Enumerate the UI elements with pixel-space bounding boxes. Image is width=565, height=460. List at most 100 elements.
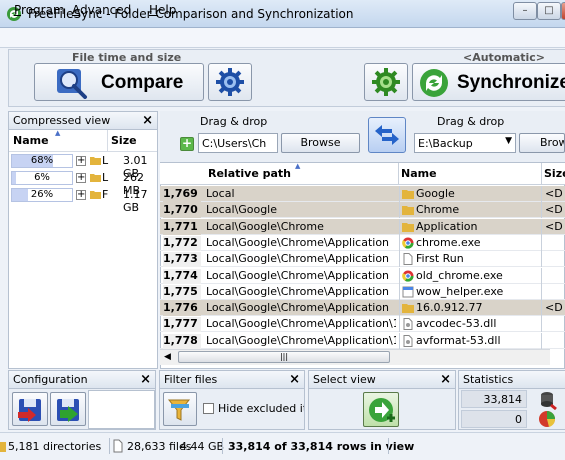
column-header-size[interactable]: Size [111, 134, 137, 147]
dll-icon [403, 318, 413, 331]
dropdown-arrow-icon[interactable]: ▼ [505, 136, 512, 146]
floppy-load-icon [18, 399, 41, 422]
compressed-view-row[interactable]: 26% + F 1.17 GB [9, 187, 157, 214]
folder-icon [402, 222, 414, 232]
status-rows-in-view: 33,814 of 33,814 rows in view [228, 440, 415, 453]
folder-icon [402, 206, 414, 216]
row-number: 1,771 [163, 219, 201, 235]
compressed-view-row[interactable]: 68% + L 3.01 GB [9, 153, 157, 180]
table-row[interactable]: 1,775 Local\Google\Chrome\Application wow_… [160, 283, 565, 300]
synchronize-button[interactable]: Synchronize [412, 63, 565, 101]
relative-path-cell: Local\Google\Chrome\Application [206, 235, 390, 249]
load-config-button[interactable] [12, 392, 48, 426]
row-number: 1,773 [163, 252, 201, 268]
menu-program[interactable]: Program [14, 3, 65, 17]
status-size: 4.44 GB [180, 440, 225, 453]
select-view-title: Select view [313, 373, 376, 386]
relative-path-cell: Local\Google\Chrome [206, 219, 324, 233]
status-bar: 5,181 directories 28,633 files 4.44 GB 3… [0, 432, 565, 460]
column-header-name[interactable]: Name [13, 134, 49, 147]
expand-icon[interactable]: + [76, 173, 86, 183]
relative-path-cell: Local [206, 187, 235, 200]
table-row[interactable]: 1,771 Local\Google\Chrome Application <D [160, 218, 565, 235]
column-header-name[interactable]: Name [401, 167, 437, 180]
right-browse-button[interactable]: Brow [519, 133, 565, 153]
gear-icon [216, 68, 244, 96]
swap-arrows-icon [375, 125, 399, 145]
row-number: 1,776 [163, 301, 201, 317]
folder-size: 1.17 GB [123, 188, 148, 214]
relative-path-cell: Local\Google\Chrome\Application [206, 301, 390, 315]
save-config-button[interactable] [50, 392, 86, 426]
compressed-view-header: ▲ Name Size [9, 129, 157, 152]
row-number: 1,774 [163, 268, 201, 284]
name-cell: chrome.exe [399, 234, 541, 251]
close-button[interactable]: ✕ [561, 2, 565, 20]
compare-button[interactable]: Compare [34, 63, 204, 101]
folder-icon [402, 304, 414, 314]
size-cell: <D [541, 218, 565, 235]
add-folder-pair-icon[interactable]: + [180, 137, 194, 151]
sort-ascending-icon: ▲ [55, 129, 61, 137]
menu-advanced[interactable]: Advanced [72, 3, 131, 17]
scrollbar-thumb[interactable]: ||| [178, 351, 390, 363]
maximize-button[interactable]: □ [537, 2, 561, 20]
view-filter-button[interactable] [363, 392, 399, 427]
size-cell [541, 283, 565, 300]
row-number: 1,777 [163, 317, 201, 333]
expand-icon[interactable]: + [76, 156, 86, 166]
name-cell: wow_helper.exe [399, 283, 541, 300]
row-number: 1,769 [163, 187, 201, 202]
table-row[interactable]: 1,772 Local\Google\Chrome\Application chro… [160, 234, 565, 251]
table-row[interactable]: 1,770 Local\Google Chrome <D [160, 202, 565, 219]
swap-sides-button[interactable] [368, 117, 406, 153]
size-cell: <D [541, 186, 565, 202]
sync-arrows-icon [420, 69, 448, 97]
table-row[interactable]: 1,774 Local\Google\Chrome\Application old_… [160, 267, 565, 284]
size-cell [541, 234, 565, 251]
grid-header: ▲ Relative path Name Size [160, 162, 565, 185]
table-row[interactable]: 1,778 Local\Google\Chrome\Application\1(a… [160, 332, 565, 349]
right-folder-path-input[interactable]: E:\Backup ▼ [414, 133, 516, 153]
relative-path-cell: Local\Google\Chrome\Application [206, 252, 390, 266]
menu-help[interactable]: Help [149, 3, 176, 17]
size-cell [541, 332, 565, 349]
row-number: 1,772 [163, 235, 201, 251]
compare-settings-button[interactable] [208, 63, 252, 101]
close-icon[interactable]: × [142, 113, 153, 128]
expand-icon[interactable]: + [76, 190, 86, 200]
column-header-relative-path[interactable]: Relative path [208, 167, 291, 180]
table-row[interactable]: 1,777 Local\Google\Chrome\Application\1(a… [160, 316, 565, 333]
filter-title: Filter files [164, 373, 218, 386]
filter-funnel-icon [167, 399, 191, 421]
compressed-view-title-bar: Compressed view × [9, 112, 157, 130]
synchronize-label: Synchronize [457, 72, 565, 93]
percentage-bar: 26% [11, 188, 73, 202]
table-row[interactable]: 1,776 Local\Google\Chrome\Application 16.0… [160, 300, 565, 317]
minimize-button[interactable]: – [513, 2, 537, 20]
folder-icon [402, 190, 414, 199]
pie-chart-icon [539, 411, 556, 427]
table-row[interactable]: 1,773 Local\Google\Chrome\Application Firs… [160, 251, 565, 268]
column-header-size[interactable]: Size [544, 167, 565, 180]
exe-icon [402, 286, 414, 298]
folder-name: F [102, 188, 109, 201]
folder-name: L [102, 171, 109, 184]
scroll-left-arrow-icon[interactable]: ◀ [164, 352, 171, 362]
size-cell: <D [541, 202, 565, 219]
statistics-title-bar: Statistics [459, 371, 565, 389]
filter-button[interactable] [163, 392, 197, 426]
name-cell: 16.0.912.77 [399, 300, 541, 317]
close-icon[interactable]: × [440, 372, 451, 387]
close-icon[interactable]: × [289, 372, 300, 387]
left-browse-button[interactable]: Browse [281, 133, 360, 153]
close-icon[interactable]: × [140, 372, 151, 387]
relative-path-cell: Local\Google\Chrome\Application\1( [206, 317, 396, 331]
table-row[interactable]: 1,769 Local Google <D [160, 186, 565, 202]
hide-excluded-checkbox[interactable] [203, 403, 214, 414]
left-folder-path-input[interactable]: C:\Users\Ch [198, 133, 278, 153]
compressed-view-row[interactable]: 6% + L 262 MB [9, 170, 157, 197]
size-cell [541, 251, 565, 268]
config-list[interactable] [88, 390, 155, 429]
sync-settings-button[interactable] [364, 63, 408, 101]
